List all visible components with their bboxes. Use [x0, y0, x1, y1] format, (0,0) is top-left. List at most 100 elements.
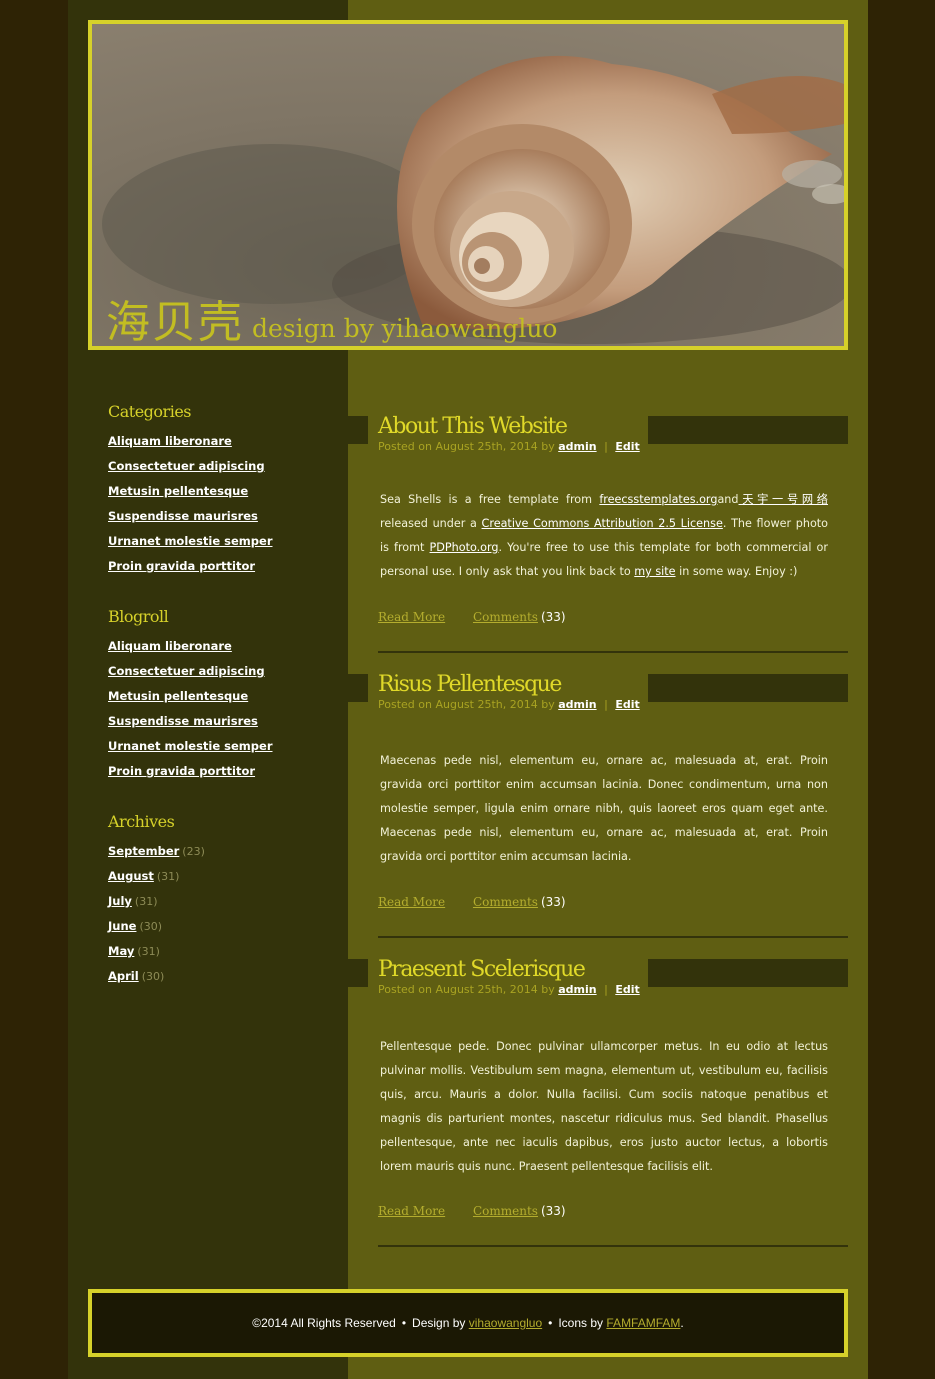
list-item: Suspendisse maurisres — [108, 714, 328, 739]
post-links: Read More Comments (33) — [378, 610, 566, 624]
post-meta: Posted on August 25th, 2014 by admin | E… — [378, 698, 640, 711]
archive-link[interactable]: September — [108, 844, 179, 858]
read-more-link[interactable]: Read More — [378, 610, 445, 624]
list-item: Urnanet molestie semper — [108, 534, 328, 559]
comments-link[interactable]: Comments — [473, 1204, 538, 1218]
post-links: Read More Comments (33) — [378, 1204, 566, 1218]
post-meta: Posted on August 25th, 2014 by admin | E… — [378, 983, 640, 996]
post-divider — [378, 936, 848, 938]
post: Praesent Scelerisque Posted on August 25… — [348, 957, 848, 1249]
category-link[interactable]: Metusin pellentesque — [108, 484, 248, 498]
designer-link[interactable]: vihaowangluo — [469, 1316, 542, 1330]
title-bar-left — [348, 416, 368, 444]
comments-link[interactable]: Comments — [473, 610, 538, 624]
archives-list: September (23) August (31) July (31) June (3… — [108, 844, 328, 994]
pdphoto-link[interactable]: PDPhoto.org — [430, 541, 499, 554]
post-title: Risus Pellentesque — [378, 672, 562, 697]
post-body: Maecenas pede nisl, elementum eu, ornare… — [380, 754, 828, 863]
edit-link[interactable]: Edit — [615, 983, 639, 996]
title-bar-right — [648, 959, 848, 987]
edit-link[interactable]: Edit — [615, 698, 639, 711]
list-item: Urnanet molestie semper — [108, 739, 328, 764]
footer-bullet: • — [548, 1316, 553, 1330]
archive-link[interactable]: June — [108, 919, 136, 933]
blogroll-heading: Blogroll — [108, 607, 169, 626]
meta-separator: | — [604, 983, 608, 996]
blogroll-link[interactable]: Metusin pellentesque — [108, 689, 248, 703]
meta-separator: | — [604, 440, 608, 453]
site-header: 海贝壳 design by yihaowangluo — [88, 20, 848, 350]
category-link[interactable]: Proin gravida porttitor — [108, 559, 255, 573]
post-body: Sea Shells is a free template from freec… — [380, 488, 828, 584]
category-link[interactable]: Urnanet molestie semper — [108, 534, 273, 548]
site-title-english: design by yihaowangluo — [252, 314, 558, 343]
categories-section: Categories Aliquam liberonare Consectetu… — [108, 402, 328, 584]
body-text: in some way. Enjoy :) — [675, 565, 798, 578]
list-item: Proin gravida porttitor — [108, 764, 328, 789]
archive-count: (23) — [182, 845, 205, 858]
read-more-link[interactable]: Read More — [378, 895, 445, 909]
my-site-link[interactable]: my site — [634, 565, 675, 578]
list-item: August (31) — [108, 869, 328, 894]
list-item: Proin gravida porttitor — [108, 559, 328, 584]
archive-count: (31) — [156, 870, 180, 883]
post-meta: Posted on August 25th, 2014 by admin | E… — [378, 440, 640, 453]
post-title: About This Website — [378, 414, 568, 439]
blogroll-link[interactable]: Suspendisse maurisres — [108, 714, 258, 728]
archive-count: (30) — [139, 920, 163, 933]
icons-by-text: Icons by — [558, 1316, 604, 1330]
post-date: Posted on August 25th, 2014 by — [378, 698, 555, 711]
page-container: 海贝壳 design by yihaowangluo Categories Ali… — [68, 0, 868, 1379]
copyright-text: ©2014 All Rights Reserved — [252, 1316, 396, 1330]
blogroll-section: Blogroll Aliquam liberonare Consectetuer… — [108, 607, 328, 789]
read-more-link[interactable]: Read More — [378, 1204, 445, 1218]
edit-link[interactable]: Edit — [615, 440, 639, 453]
archive-link[interactable]: May — [108, 944, 134, 958]
author-link[interactable]: admin — [558, 698, 596, 711]
list-item: Suspendisse maurisres — [108, 509, 328, 534]
archive-link[interactable]: August — [108, 869, 154, 883]
list-item: Aliquam liberonare — [108, 639, 328, 664]
archive-link[interactable]: July — [108, 894, 132, 908]
title-bar-right — [648, 674, 848, 702]
blogroll-link[interactable]: Consectetuer adipiscing — [108, 664, 265, 678]
license-link[interactable]: Creative Commons Attribution 2.5 License — [482, 517, 723, 530]
archive-count: (31) — [137, 945, 160, 958]
author-link[interactable]: admin — [558, 440, 596, 453]
author-link[interactable]: admin — [558, 983, 596, 996]
blogroll-link[interactable]: Urnanet molestie semper — [108, 739, 273, 753]
footer-end: . — [680, 1316, 684, 1330]
categories-list: Aliquam liberonare Consectetuer adipisci… — [108, 434, 328, 584]
comment-count: (33) — [540, 610, 566, 624]
archives-heading: Archives — [108, 812, 175, 831]
list-item: July (31) — [108, 894, 328, 919]
category-link[interactable]: Aliquam liberonare — [108, 434, 232, 448]
freecsstemplates-link[interactable]: freecsstemplates.org — [599, 493, 717, 506]
body-text: and — [717, 493, 739, 506]
blogroll-link[interactable]: Proin gravida porttitor — [108, 764, 255, 778]
list-item: Consectetuer adipiscing — [108, 459, 328, 484]
blogroll-link[interactable]: Aliquam liberonare — [108, 639, 232, 653]
archive-link[interactable]: April — [108, 969, 139, 983]
post-divider — [378, 651, 848, 653]
comment-count: (33) — [540, 895, 566, 909]
category-link[interactable]: Consectetuer adipiscing — [108, 459, 265, 473]
archive-count: (30) — [141, 970, 165, 983]
category-link[interactable]: Suspendisse maurisres — [108, 509, 258, 523]
list-item: May (31) — [108, 944, 328, 969]
site-footer: ©2014 All Rights Reserved • Design by vi… — [88, 1289, 848, 1357]
list-item: June (30) — [108, 919, 328, 944]
footer-bullet: • — [401, 1316, 407, 1330]
famfamfam-link[interactable]: FAMFAMFAM — [606, 1316, 680, 1330]
tianyu-link[interactable]: 天宇一号网络 — [739, 493, 828, 506]
post: Risus Pellentesque Posted on August 25th… — [348, 672, 848, 939]
comments-link[interactable]: Comments — [473, 895, 538, 909]
title-bar-left — [348, 959, 368, 987]
body-text: released under a — [380, 517, 482, 530]
post-body: Pellentesque pede. Donec pulvinar ullamc… — [380, 1040, 828, 1173]
post: About This Website Posted on August 25th… — [348, 414, 848, 656]
list-item: Consectetuer adipiscing — [108, 664, 328, 689]
comment-count: (33) — [540, 1204, 566, 1218]
meta-separator: | — [604, 698, 608, 711]
post-date: Posted on August 25th, 2014 by — [378, 440, 555, 453]
